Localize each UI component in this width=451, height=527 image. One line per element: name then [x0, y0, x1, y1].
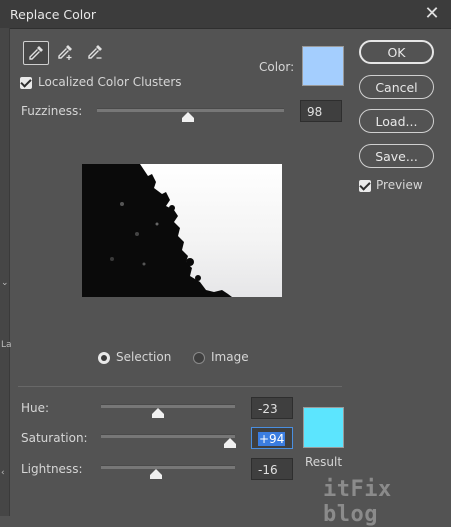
result-label: Result: [305, 455, 343, 469]
close-icon[interactable]: ✕: [421, 3, 443, 25]
lightness-slider-track[interactable]: [101, 465, 235, 469]
lightness-input[interactable]: -16: [251, 458, 293, 480]
localized-clusters-label: Localized Color Clusters: [38, 75, 182, 89]
saturation-slider-track[interactable]: [101, 434, 235, 438]
saturation-input[interactable]: +94: [251, 427, 293, 449]
eyedropper-plus-icon: [58, 45, 72, 60]
saturation-label: Saturation:: [21, 431, 88, 445]
save-button[interactable]: Save...: [359, 144, 434, 168]
eyedropper-minus-icon: [88, 45, 102, 59]
replace-color-dialog: Replace Color ✕ ⌄ La ‹ Color: Localized …: [0, 0, 451, 527]
background-app-strip: ⌄ La ‹: [0, 28, 12, 516]
chevron-down-icon: ⌄: [1, 278, 9, 288]
localized-clusters-checkbox[interactable]: [20, 77, 32, 89]
dialog-title: Replace Color: [10, 7, 97, 22]
watermark-text: itFix blog: [323, 477, 392, 527]
result-swatch[interactable]: [303, 407, 344, 448]
selection-radio-label: Selection: [116, 350, 172, 364]
chevron-left-icon: ‹: [1, 468, 5, 478]
load-button[interactable]: Load...: [359, 109, 434, 133]
color-swatch[interactable]: [302, 46, 344, 86]
fuzziness-label: Fuzziness:: [21, 104, 83, 118]
selection-preview: [82, 164, 282, 297]
section-divider: [18, 386, 342, 387]
image-radio-label: Image: [211, 350, 249, 364]
title-bar: Replace Color ✕: [0, 0, 451, 29]
hue-input[interactable]: -23: [251, 397, 293, 419]
hue-label: Hue:: [21, 401, 50, 415]
preview-checkbox[interactable]: [359, 180, 371, 192]
ok-button[interactable]: OK: [359, 40, 434, 64]
eyedropper-subtract-tool[interactable]: [83, 41, 107, 63]
eyedropper-icon: [29, 46, 43, 60]
cancel-button[interactable]: Cancel: [359, 75, 434, 99]
eyedropper-tool[interactable]: [23, 41, 49, 65]
eyedropper-add-tool[interactable]: [53, 41, 77, 63]
image-radio[interactable]: [193, 352, 205, 364]
color-label: Color:: [259, 60, 295, 74]
saturation-input-selected-text: +94: [258, 432, 286, 446]
lightness-label: Lightness:: [21, 462, 83, 476]
background-app-glyph: La: [1, 340, 12, 350]
selection-radio[interactable]: [98, 352, 110, 364]
preview-label: Preview: [376, 178, 423, 192]
hue-slider-track[interactable]: [101, 404, 235, 408]
fuzziness-input[interactable]: 98: [300, 100, 342, 122]
